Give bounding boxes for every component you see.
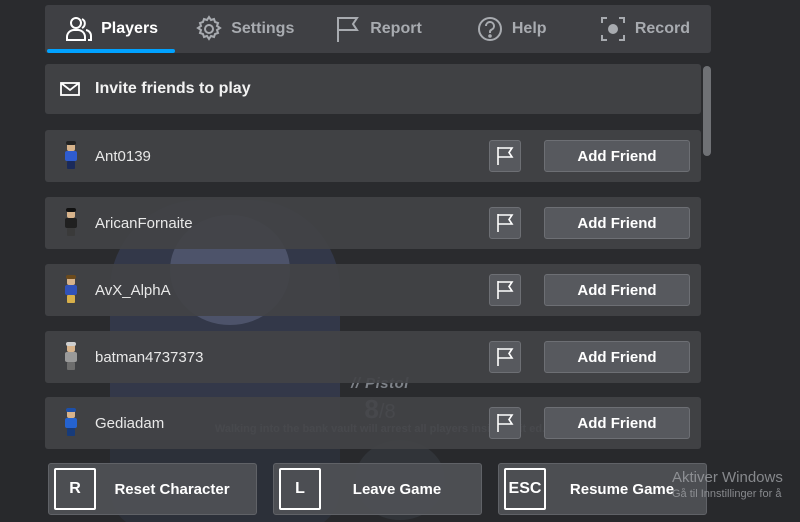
- player-row: AricanFornaite Add Friend: [45, 197, 701, 249]
- leave-game-button[interactable]: L Leave Game: [273, 463, 482, 515]
- tab-label: Record: [634, 20, 690, 37]
- report-player-button[interactable]: [489, 407, 521, 439]
- add-friend-button[interactable]: Add Friend: [544, 407, 690, 439]
- tab-record[interactable]: Record: [578, 5, 711, 53]
- player-name: AvX_AlphA: [95, 281, 171, 299]
- key-hint: ESC: [504, 468, 546, 510]
- player-name: AricanFornaite: [95, 214, 193, 232]
- tab-report[interactable]: Report: [311, 5, 444, 53]
- tab-settings[interactable]: Settings: [178, 5, 311, 53]
- flag-icon: [497, 348, 514, 366]
- invite-label: Invite friends to play: [95, 80, 251, 97]
- tab-label: Help: [511, 20, 547, 37]
- add-friend-button[interactable]: Add Friend: [544, 341, 690, 373]
- add-friend-button[interactable]: Add Friend: [544, 274, 690, 306]
- mail-icon: [60, 82, 80, 96]
- key-hint: R: [54, 468, 96, 510]
- tab-help[interactable]: Help: [445, 5, 578, 53]
- flag-icon: [497, 281, 514, 299]
- player-name: Gediadam: [95, 414, 165, 432]
- player-name: batman4737373: [95, 348, 204, 366]
- avatar: [63, 208, 79, 236]
- add-friend-button[interactable]: Add Friend: [544, 140, 690, 172]
- reset-character-button[interactable]: R Reset Character: [48, 463, 257, 515]
- tab-label: Report: [370, 20, 422, 37]
- player-row: AvX_AlphA Add Friend: [45, 264, 701, 316]
- record-icon: [600, 17, 625, 41]
- avatar: [63, 141, 79, 169]
- player-row: Gediadam Add Friend: [45, 397, 701, 449]
- player-row: Ant0139 Add Friend: [45, 130, 701, 182]
- menu-tab-bar: Players Settings Report Help Record: [45, 5, 711, 53]
- player-list-scrollbar[interactable]: [703, 66, 711, 156]
- tab-players[interactable]: Players: [45, 5, 178, 53]
- flag-icon: [497, 414, 514, 432]
- button-label: Reset Character: [114, 480, 230, 498]
- player-list: Invite friends to play Ant0139 Add Frien…: [45, 64, 701, 449]
- avatar: [63, 275, 79, 303]
- tab-label: Settings: [231, 20, 295, 37]
- flag-icon: [337, 17, 360, 42]
- player-name: Ant0139: [95, 147, 151, 165]
- report-player-button[interactable]: [489, 207, 521, 239]
- add-friend-button[interactable]: Add Friend: [544, 207, 690, 239]
- button-label: Leave Game: [352, 480, 442, 498]
- report-player-button[interactable]: [489, 341, 521, 373]
- flag-icon: [497, 214, 514, 232]
- player-row: batman4737373 Add Friend: [45, 331, 701, 383]
- help-icon: [477, 17, 502, 41]
- players-icon: [66, 17, 93, 41]
- watermark-line2: Gå til Innstillinger for å: [672, 488, 782, 500]
- avatar: [63, 408, 79, 436]
- flag-icon: [497, 147, 514, 165]
- key-hint: L: [279, 468, 321, 510]
- report-player-button[interactable]: [489, 140, 521, 172]
- tab-label: Players: [101, 20, 159, 37]
- avatar: [63, 342, 79, 370]
- report-player-button[interactable]: [489, 274, 521, 306]
- gear-icon: [196, 15, 223, 41]
- invite-friends-button[interactable]: Invite friends to play: [45, 64, 701, 114]
- watermark-line1: Aktiver Windows: [672, 469, 783, 486]
- windows-activation-watermark: Aktiver Windows Gå til Innstillinger for…: [672, 469, 783, 500]
